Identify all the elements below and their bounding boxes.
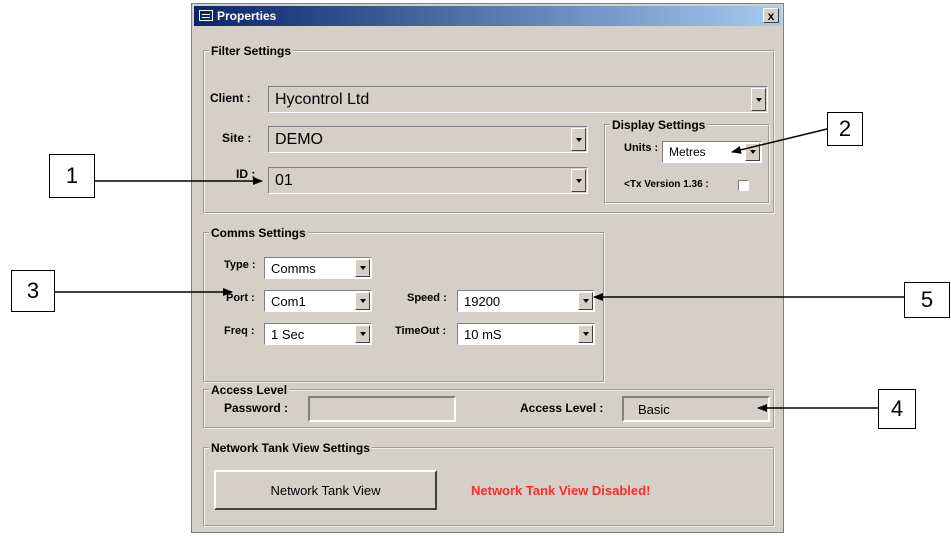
callout-arrows	[55, 128, 904, 412]
callout-2-arrow	[731, 128, 828, 154]
